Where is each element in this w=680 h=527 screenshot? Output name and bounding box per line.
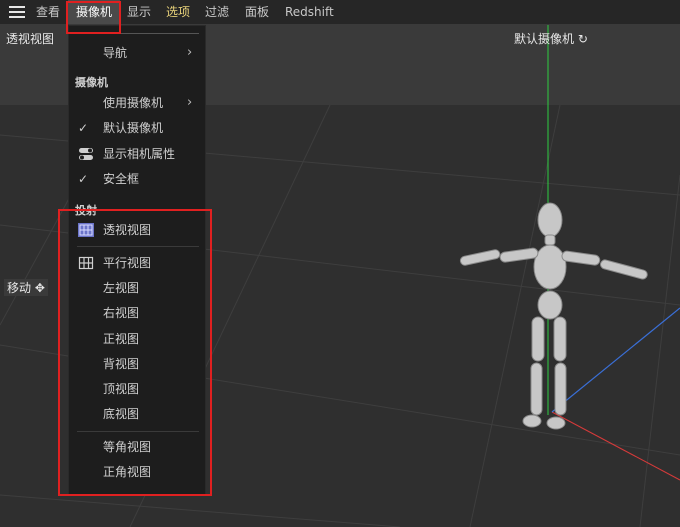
- move-icon: ✥: [34, 281, 45, 295]
- wooden-mannequin[interactable]: [440, 195, 680, 455]
- move-tool[interactable]: 移动 ✥: [4, 279, 48, 296]
- menu-panel[interactable]: 面板: [245, 0, 269, 24]
- menu-item-label: 安全框: [103, 172, 140, 186]
- menu-view[interactable]: 查看: [36, 0, 60, 24]
- check-icon: ✓: [78, 121, 89, 135]
- chevron-right-icon: ›: [187, 45, 193, 60]
- check-icon: ✓: [78, 172, 89, 186]
- camera-name: 默认摄像机: [514, 32, 575, 46]
- chevron-right-icon: ›: [187, 95, 193, 110]
- menu-item-label: 导航: [103, 46, 128, 60]
- camera-switch-icon[interactable]: ↻: [578, 32, 588, 46]
- menu-item-use-camera[interactable]: 使用摄像机 ›: [69, 91, 207, 115]
- move-label: 移动: [7, 281, 32, 295]
- menu-options[interactable]: 选项: [166, 0, 190, 24]
- menu-redshift[interactable]: Redshift: [285, 0, 334, 24]
- menu-item-label: 默认摄像机: [103, 121, 164, 135]
- menu-display[interactable]: 显示: [127, 0, 151, 24]
- menu-item-show-camera-props[interactable]: 显示相机属性: [69, 142, 207, 166]
- menu-item-label: 使用摄像机: [103, 96, 164, 110]
- menu-item-default-camera[interactable]: ✓ 默认摄像机: [69, 116, 207, 140]
- viewport-label: 透视视图: [6, 32, 55, 46]
- toggle-icon: [79, 148, 93, 160]
- menu-item-safe-frame[interactable]: ✓ 安全框: [69, 167, 207, 191]
- section-camera: 摄像机: [75, 76, 108, 89]
- highlight-box-camera-menu: [66, 1, 121, 34]
- hamburger-icon[interactable]: [9, 6, 25, 18]
- menu-item-label: 显示相机属性: [103, 147, 176, 161]
- camera-label[interactable]: 默认摄像机 ↻: [514, 30, 588, 47]
- menu-filter[interactable]: 过滤: [205, 0, 229, 24]
- menu-item-navigation[interactable]: 导航 ›: [69, 41, 207, 65]
- highlight-box-projection: [58, 209, 212, 496]
